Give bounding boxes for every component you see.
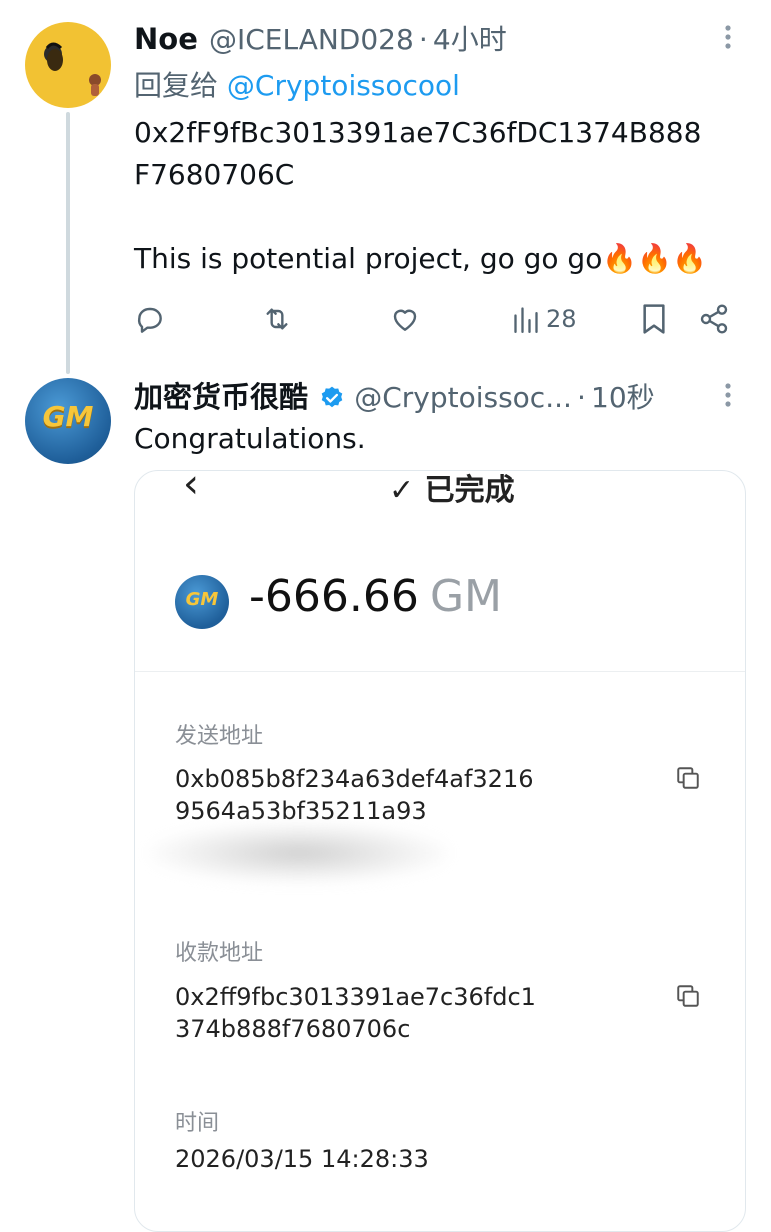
receive-address-line-1: 0x2ff9fbc3013391ae7c36fdc1 [175, 983, 536, 1011]
bookmark-icon [643, 304, 665, 334]
avatar-gm-text: GM [42, 400, 94, 433]
tweet1-body: 0x2fF9fBc3013391ae7C36fDC1374B888 F76807… [134, 112, 754, 280]
copy-icon[interactable] [675, 765, 701, 791]
share-button[interactable] [698, 303, 730, 335]
tweet-message: This is potential project, go go go🔥🔥🔥 [134, 242, 707, 275]
send-address-value: 0xb085b8f234a63def4af3216 9564a53bf35211… [175, 763, 533, 827]
card-divider [135, 671, 745, 672]
reply-icon [137, 307, 162, 333]
address-line-2: F7680706C [134, 158, 295, 191]
dot-separator: · [577, 381, 586, 414]
reply-mention-link[interactable]: @Cryptoissocool [227, 69, 460, 102]
author-name[interactable]: Noe [134, 22, 198, 56]
tweet2-header: 加密货币很酷 @Cryptoissoc... · 10秒 [134, 374, 655, 416]
retweet-icon [266, 308, 288, 330]
receive-address-line-2: 374b888f7680706c [175, 1015, 411, 1043]
amount-value: -666.66 [249, 571, 419, 622]
receive-address-value: 0x2ff9fbc3013391ae7c36fdc1 374b888f76807… [175, 981, 536, 1045]
heart-icon [393, 309, 417, 331]
like-button[interactable] [389, 303, 421, 335]
address-line-1: 0x2fF9fBc3013391ae7C36fDC1374B888 [134, 116, 702, 149]
share-icon [700, 304, 728, 334]
verified-badge-icon [321, 386, 343, 408]
tweet1-header: Noe @ICELAND028 · 4小时 [134, 18, 507, 58]
reply-context: 回复给 @Cryptoissocool [134, 64, 460, 104]
token-icon-text: GM [185, 589, 219, 610]
receive-address-label: 收款地址 [175, 941, 264, 966]
views-chart-icon [514, 307, 538, 333]
send-address-line-1: 0xb085b8f234a63def4af3216 [175, 765, 534, 793]
reply-prefix: 回复给 [134, 69, 219, 102]
avatar-noe[interactable] [25, 22, 111, 108]
tweet-time[interactable]: 4小时 [433, 23, 507, 56]
retweet-button[interactable] [260, 303, 294, 335]
more-options-icon[interactable] [713, 22, 743, 52]
token-gm-icon: GM [175, 575, 229, 629]
time-value: 2026/03/15 14:28:33 [175, 1145, 429, 1173]
thread-connector-line [66, 112, 70, 374]
more-options-icon[interactable] [713, 380, 743, 410]
time-label: 时间 [175, 1111, 220, 1136]
copy-icon[interactable] [675, 983, 701, 1009]
tweet-time[interactable]: 10秒 [591, 381, 655, 414]
author-handle[interactable]: @Cryptoissoc... [354, 381, 572, 414]
status-completed: ✓ 已完成 [389, 473, 515, 508]
reply-button[interactable] [134, 303, 166, 335]
bee-character-icon [44, 42, 101, 96]
amount-token: GM [429, 571, 502, 622]
tweet2-text: Congratulations. [134, 422, 366, 455]
author-handle[interactable]: @ICELAND028 [209, 23, 414, 56]
bookmark-button[interactable] [640, 303, 668, 335]
avatar-cryptoissocool[interactable]: GM [25, 378, 111, 464]
dot-separator: · [418, 23, 428, 56]
attached-image-card[interactable]: ‹ ✓ 已完成 GM -666.66 GM 发送地址 0xb085b8f234a… [134, 470, 746, 1232]
views-button[interactable]: 28 [512, 303, 577, 335]
views-count: 28 [546, 305, 577, 333]
author-name[interactable]: 加密货币很酷 [134, 380, 308, 414]
amount-row: -666.66 GM [249, 571, 502, 622]
redacted-blur [149, 823, 449, 883]
send-address-label: 发送地址 [175, 724, 264, 749]
back-arrow-icon: ‹ [183, 470, 199, 507]
